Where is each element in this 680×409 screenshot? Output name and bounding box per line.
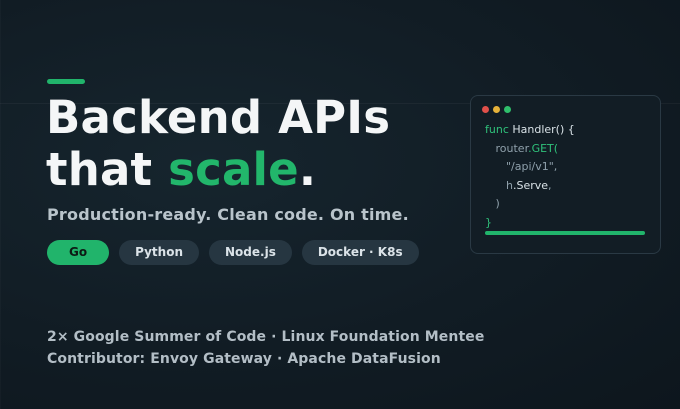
minimize-dot-icon — [493, 106, 500, 113]
headline-line2-prefix: that — [46, 143, 169, 196]
window-controls — [482, 106, 511, 113]
code-func-signature: Handler() { — [508, 123, 575, 136]
credentials-line2: Contributor: Envoy Gateway · Apache Data… — [47, 351, 441, 367]
tag-nodejs: Node.js — [209, 240, 292, 265]
code-route-path: "/api/v1", — [505, 160, 558, 173]
tech-tags: Go Python Node.js Docker · K8s — [47, 240, 419, 265]
code-keyword: func — [485, 123, 509, 136]
code-close-brace: } — [485, 215, 492, 229]
code-router: router — [495, 141, 529, 155]
code-handler-obj: h — [505, 178, 513, 192]
code-progress-bar — [485, 231, 645, 235]
headline-line1: Backend APIs — [46, 91, 391, 144]
tag-go: Go — [47, 240, 110, 265]
code-snippet: func Handler() { router.GET( "/api/v1", … — [485, 121, 575, 232]
code-serve: .Serve — [512, 178, 549, 192]
credentials-line1: 2× Google Summer of Code · Linux Foundat… — [47, 329, 485, 345]
subtitle: Production-ready. Clean code. On time. — [47, 205, 409, 224]
headline: Backend APIs that scale. — [46, 92, 390, 196]
credentials: 2× Google Summer of Code · Linux Foundat… — [47, 326, 484, 370]
code-comma: , — [548, 178, 552, 192]
code-get-call: .GET( — [528, 141, 559, 155]
headline-highlight: scale — [168, 143, 299, 196]
accent-bar — [47, 79, 85, 84]
tag-docker-k8s: Docker · K8s — [301, 240, 419, 265]
close-dot-icon — [482, 106, 489, 113]
maximize-dot-icon — [504, 106, 511, 113]
banner: Backend APIs that scale. Production-read… — [0, 0, 680, 409]
code-close-paren: ) — [495, 197, 500, 210]
code-window: func Handler() { router.GET( "/api/v1", … — [470, 95, 661, 254]
tag-python: Python — [119, 240, 199, 265]
headline-period: . — [298, 143, 317, 196]
